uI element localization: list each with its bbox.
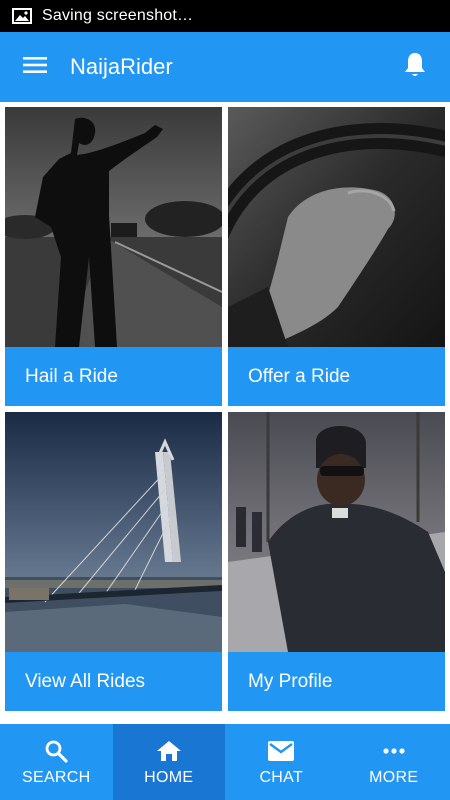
hail-ride-photo [5,107,222,347]
mail-icon [267,737,295,765]
menu-grid: Hail a Ride Offer a Ride View All Rides … [0,102,450,724]
bell-icon [403,51,427,84]
nav-more-label: MORE [369,769,419,786]
nav-search[interactable]: SEARCH [0,724,113,800]
status-text: Saving screenshot… [42,7,194,24]
hail-ride-tile[interactable]: Hail a Ride [5,107,222,406]
my-profile-photo [228,412,445,652]
tile-label-bar: View All Rides [5,652,222,711]
view-rides-label: View All Rides [25,670,146,692]
app-bar: NaijaRider [0,32,450,102]
bottom-nav: SEARCH HOME CHAT MORE [0,724,450,800]
nav-chat-label: CHAT [259,769,304,786]
view-rides-photo [5,412,222,652]
offer-ride-tile[interactable]: Offer a Ride [228,107,445,406]
status-bar: Saving screenshot… [0,0,450,32]
notifications-button[interactable] [390,32,440,102]
tile-label-bar: Offer a Ride [228,347,445,406]
tile-label-bar: Hail a Ride [5,347,222,406]
my-profile-label: My Profile [248,670,333,692]
my-profile-tile[interactable]: My Profile [228,412,445,711]
nav-chat[interactable]: CHAT [225,724,338,800]
nav-more[interactable]: MORE [338,724,450,800]
more-icon [382,737,406,765]
view-rides-tile[interactable]: View All Rides [5,412,222,711]
app-title: NaijaRider [70,54,173,79]
image-icon [12,8,32,24]
home-icon [156,737,182,765]
hail-ride-label: Hail a Ride [25,365,118,387]
offer-ride-label: Offer a Ride [248,365,351,387]
tile-label-bar: My Profile [228,652,445,711]
nav-search-label: SEARCH [22,769,91,786]
nav-home-label: HOME [144,769,194,786]
offer-ride-photo [228,107,445,347]
nav-home[interactable]: HOME [112,724,225,800]
menu-icon [22,55,48,80]
search-icon [44,737,68,765]
menu-button[interactable] [0,32,70,102]
